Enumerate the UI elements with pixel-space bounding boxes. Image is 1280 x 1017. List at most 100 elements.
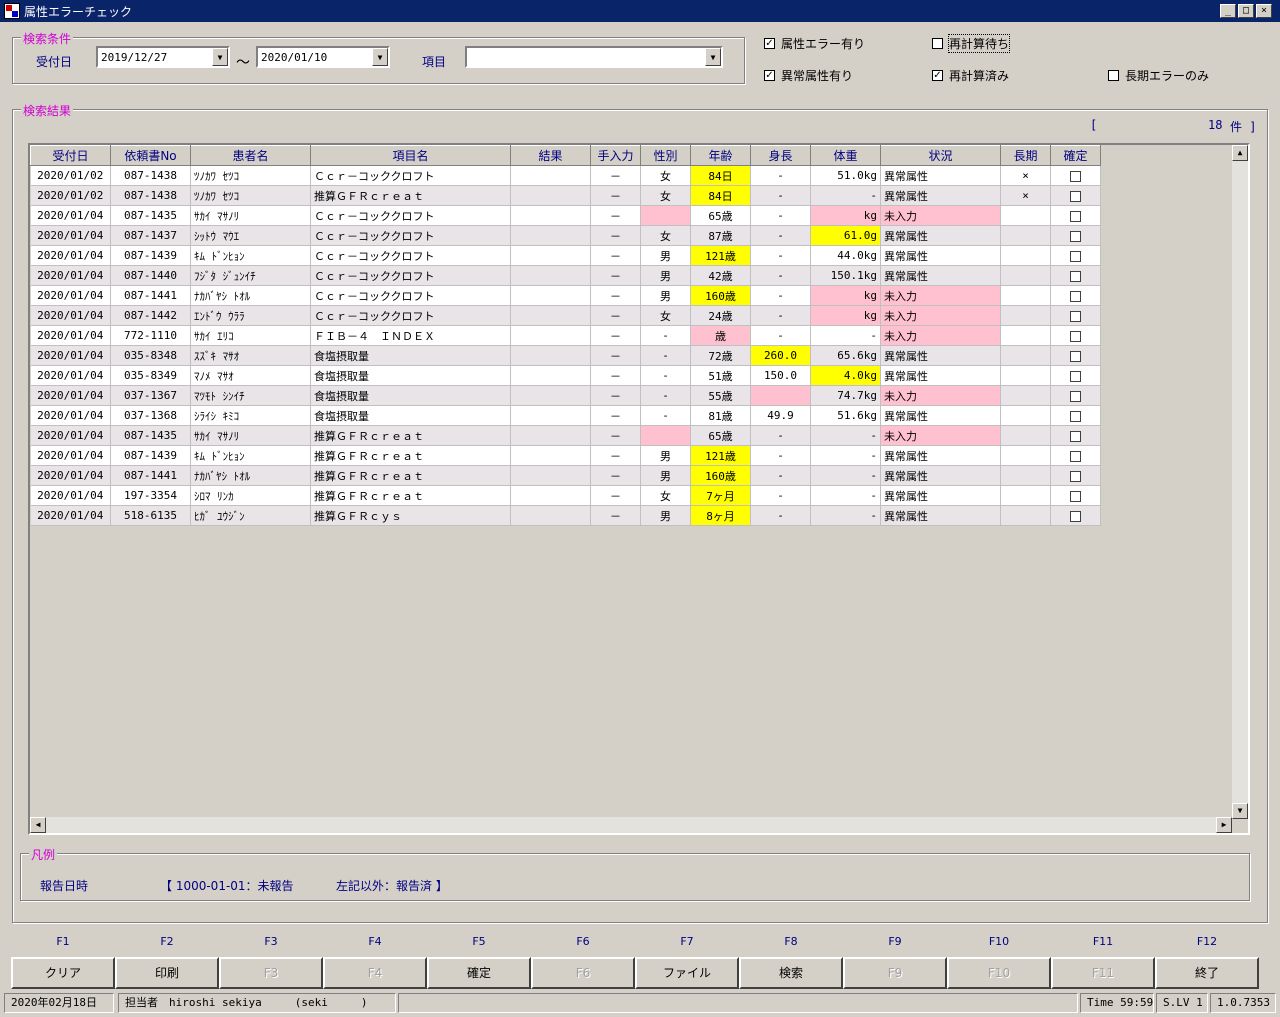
cell-confirm[interactable] (1050, 225, 1101, 246)
cell-confirm[interactable] (1050, 165, 1101, 186)
confirm-checkbox[interactable] (1070, 290, 1081, 302)
cell-confirm[interactable] (1050, 305, 1101, 326)
cell-confirm[interactable] (1050, 485, 1101, 506)
long-only-checkbox[interactable]: 長期エラーのみ (1108, 67, 1209, 84)
checkbox-box[interactable]: ✓ (932, 70, 943, 81)
cell-confirm[interactable] (1050, 205, 1101, 226)
confirm-checkbox[interactable] (1070, 170, 1081, 182)
cell-confirm[interactable] (1050, 185, 1101, 206)
checkbox-box[interactable]: ✓ (764, 70, 775, 81)
confirm-checkbox[interactable] (1070, 410, 1081, 422)
table-row[interactable]: 2020/01/04 035-8348 ｽｽﾞｷ ﾏｻｵ 食塩摂取量 － -72歳 260.… (30, 345, 1101, 366)
results-grid[interactable]: 受付日 依頼書No 患者名 項目名 結果 手入力 性別 年齢 身長 体重 状況 長期 確定 2020/0… (28, 143, 1250, 835)
column-header[interactable]: 体重 (810, 145, 881, 166)
chevron-down-icon[interactable]: ▼ (705, 48, 721, 66)
column-header[interactable]: 年齢 (690, 145, 751, 166)
fkey-button-f8[interactable]: 検索 (739, 957, 843, 989)
table-row[interactable]: 2020/01/02 087-1438 ﾂﾉｶﾜ ｾﾂｺ Ｃｃｒ－コッククロフト －女 8… (30, 165, 1101, 186)
confirm-checkbox[interactable] (1070, 470, 1081, 482)
horizontal-scrollbar[interactable]: ◀ ▶ (30, 817, 1232, 833)
fkey-button-f7[interactable]: ファイル (635, 957, 739, 989)
checkbox-box[interactable] (1108, 70, 1119, 81)
column-header[interactable]: 項目名 (310, 145, 511, 166)
column-header[interactable]: 手入力 (590, 145, 641, 166)
confirm-checkbox[interactable] (1070, 210, 1081, 222)
confirm-checkbox[interactable] (1070, 490, 1081, 502)
fkey-button-f1[interactable]: クリア (11, 957, 115, 989)
fkey-button-f12[interactable]: 終了 (1155, 957, 1259, 989)
table-row[interactable]: 2020/01/04 197-3354 ｼﾛﾏ ﾘﾝｶ 推算ＧＦＲｃｒｅａｔ －女 7ヶ月… (30, 485, 1101, 506)
table-row[interactable]: 2020/01/04 087-1439 ｷﾑ ﾄﾞﾝﾋｮﾝ Ｃｃｒ－コッククロフト －男… (30, 245, 1101, 266)
confirm-checkbox[interactable] (1070, 370, 1081, 382)
scroll-down-icon[interactable]: ▼ (1232, 803, 1248, 819)
column-header[interactable]: 確定 (1050, 145, 1101, 166)
table-row[interactable]: 2020/01/04 037-1368 ｼﾗｲｼ ｷﾐｺ 食塩摂取量 － -81歳 49.9… (30, 405, 1101, 426)
chevron-down-icon[interactable]: ▼ (212, 48, 228, 66)
cell-confirm[interactable] (1050, 325, 1101, 346)
fkey-button-f5[interactable]: 確定 (427, 957, 531, 989)
scroll-left-icon[interactable]: ◀ (30, 817, 46, 833)
column-header[interactable]: 結果 (510, 145, 591, 166)
column-header[interactable]: 身長 (750, 145, 811, 166)
recalc-wait-checkbox[interactable]: 再計算待ち (932, 34, 1011, 53)
column-header[interactable]: 患者名 (190, 145, 311, 166)
table-row[interactable]: 2020/01/04 518-6135 ﾋｶﾞ ﾕｳｼﾞﾝ 推算ＧＦＲｃｙｓ －男 8ヶ月… (30, 505, 1101, 526)
table-row[interactable]: 2020/01/04 037-1367 ﾏﾂﾓﾄ ｼﾝｲﾁ 食塩摂取量 － -55歳 74.… (30, 385, 1101, 406)
table-row[interactable]: 2020/01/02 087-1438 ﾂﾉｶﾜ ｾﾂｺ 推算ＧＦＲｃｒｅａｔ －女 84… (30, 185, 1101, 206)
maximize-icon[interactable]: □ (1238, 4, 1254, 18)
table-row[interactable]: 2020/01/04 035-8349 ﾏﾉﾒ ﾏｻｵ 食塩摂取量 － -51歳 150.0… (30, 365, 1101, 386)
scroll-up-icon[interactable]: ▲ (1232, 145, 1248, 161)
column-header[interactable]: 状況 (880, 145, 1001, 166)
confirm-checkbox[interactable] (1070, 450, 1081, 462)
table-row[interactable]: 2020/01/04 087-1435 ｻｶｲ ﾏｻﾉﾘ 推算ＧＦＲｃｒｅａｔ － 65歳… (30, 425, 1101, 446)
cell-confirm[interactable] (1050, 365, 1101, 386)
confirm-checkbox[interactable] (1070, 250, 1081, 262)
cell-confirm[interactable] (1050, 285, 1101, 306)
fkey-button-f3[interactable]: F3 (219, 957, 323, 989)
confirm-checkbox[interactable] (1070, 430, 1081, 442)
table-row[interactable]: 2020/01/04 087-1441 ﾅｶﾊﾞﾔｼ ﾄｵﾙ Ｃｃｒ－コッククロフト －… (30, 285, 1101, 306)
confirm-checkbox[interactable] (1070, 190, 1081, 202)
table-row[interactable]: 2020/01/04 087-1440 ﾌｼﾞﾀ ｼﾞｭﾝｲﾁ Ｃｃｒ－コッククロフト… (30, 265, 1101, 286)
table-row[interactable]: 2020/01/04 087-1439 ｷﾑ ﾄﾞﾝﾋｮﾝ 推算ＧＦＲｃｒｅａｔ －男 1… (30, 445, 1101, 466)
column-header[interactable]: 受付日 (30, 145, 111, 166)
table-row[interactable]: 2020/01/04 087-1442 ｴﾝﾄﾞｳ ｳﾗﾗ Ｃｃｒ－コッククロフト －女… (30, 305, 1101, 326)
cell-confirm[interactable] (1050, 465, 1101, 486)
checkbox-box[interactable]: ✓ (764, 38, 775, 49)
cell-confirm[interactable] (1050, 345, 1101, 366)
cell-confirm[interactable] (1050, 385, 1101, 406)
minimize-icon[interactable]: _ (1220, 4, 1236, 18)
table-row[interactable]: 2020/01/04 087-1441 ﾅｶﾊﾞﾔｼ ﾄｵﾙ 推算ＧＦＲｃｒｅａｔ －男… (30, 465, 1101, 486)
column-header[interactable]: 長期 (1000, 145, 1051, 166)
fkey-button-f10[interactable]: F10 (947, 957, 1051, 989)
table-row[interactable]: 2020/01/04 772-1110 ｻｶｲ ｴﾘｺ ＦＩＢ－４ ＩＮＤＥＸ － - 歳 -… (30, 325, 1101, 346)
table-row[interactable]: 2020/01/04 087-1435 ｻｶｲ ﾏｻﾉﾘ Ｃｃｒ－コッククロフト － 65… (30, 205, 1101, 226)
column-header[interactable]: 依頼書No (110, 145, 191, 166)
cell-confirm[interactable] (1050, 445, 1101, 466)
close-icon[interactable]: × (1256, 4, 1272, 18)
chevron-down-icon[interactable]: ▼ (372, 48, 388, 66)
date-to-combo[interactable]: 2020/01/10 ▼ (256, 46, 390, 68)
recalc-done-checkbox[interactable]: ✓ 再計算済み (932, 67, 1009, 84)
confirm-checkbox[interactable] (1070, 510, 1081, 522)
vertical-scrollbar[interactable]: ▲ ▼ (1232, 145, 1248, 819)
fkey-button-f9[interactable]: F9 (843, 957, 947, 989)
fkey-button-f4[interactable]: F4 (323, 957, 427, 989)
cell-confirm[interactable] (1050, 265, 1101, 286)
cell-confirm[interactable] (1050, 405, 1101, 426)
attr-error-checkbox[interactable]: ✓ 属性エラー有り (764, 35, 865, 52)
item-combo[interactable]: ▼ (465, 46, 723, 68)
column-header[interactable]: 性別 (640, 145, 691, 166)
confirm-checkbox[interactable] (1070, 310, 1081, 322)
fkey-button-f6[interactable]: F6 (531, 957, 635, 989)
scroll-right-icon[interactable]: ▶ (1216, 817, 1232, 833)
confirm-checkbox[interactable] (1070, 230, 1081, 242)
checkbox-box[interactable] (932, 38, 943, 49)
table-row[interactable]: 2020/01/04 087-1437 ｼｯﾄｳ ﾏｳｴ Ｃｃｒ－コッククロフト －女 8… (30, 225, 1101, 246)
cell-confirm[interactable] (1050, 245, 1101, 266)
cell-confirm[interactable] (1050, 505, 1101, 526)
confirm-checkbox[interactable] (1070, 390, 1081, 402)
cell-confirm[interactable] (1050, 425, 1101, 446)
abnormal-attr-checkbox[interactable]: ✓ 異常属性有り (764, 67, 853, 84)
confirm-checkbox[interactable] (1070, 350, 1081, 362)
